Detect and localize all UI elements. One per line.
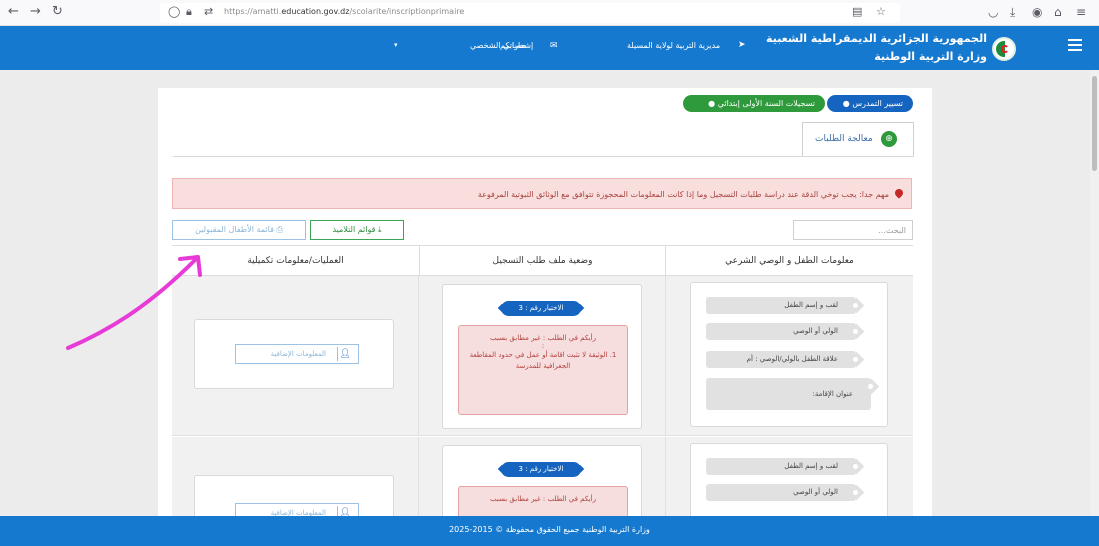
- column-header-child-info: معلومات الطفل و الوصي الشرعي: [725, 256, 854, 266]
- child-name-field: لقب و إسم الطفل: [706, 297, 858, 314]
- address-field: عنوان الإقامة:: [706, 378, 873, 410]
- status-heading: رأيكم في الطلب : غير مطابق بسبب: [490, 334, 596, 342]
- alert-text: مهم جدا: يجب توخي الدقة عند دراسة طلبات …: [477, 190, 889, 199]
- mismatch-status-box: رأيكم في الطلب : غير مطابق بسبب : 1. الو…: [458, 325, 628, 415]
- column-divider: [418, 276, 419, 435]
- location-icon: ➤: [738, 40, 746, 50]
- forward-arrow-icon[interactable]: →: [30, 4, 41, 19]
- envelope-icon[interactable]: ✉: [550, 41, 558, 51]
- search-input[interactable]: [793, 220, 913, 240]
- back-arrow-icon[interactable]: ←: [8, 4, 19, 19]
- tab-divider: [173, 156, 914, 157]
- status-separator: :: [541, 342, 545, 350]
- annotation-arrow-icon: [66, 255, 202, 350]
- file-status-card: الاختيار رقم : 3 رأيكم في الطلب : غير مط…: [442, 284, 642, 429]
- additional-info-button[interactable]: 👤︎ المعلومات الإضافية: [235, 344, 359, 364]
- address-bar[interactable]: ◯ 🔒︎ ⇄ https://amatti.education.gov.dz/s…: [160, 3, 900, 23]
- ministry-name: وزارة التربية الوطنية: [874, 50, 987, 63]
- hamburger-icon[interactable]: [1068, 39, 1082, 54]
- tab-label: معالجة الطلبات: [815, 134, 873, 144]
- guardian-field: الولي أو الوصي: [706, 484, 858, 501]
- chevron-down-icon[interactable]: ▾: [394, 41, 398, 49]
- reload-icon[interactable]: ↻: [52, 4, 63, 19]
- bookmark-star-icon[interactable]: ☆: [876, 5, 886, 18]
- column-divider: [665, 276, 666, 435]
- downloads-icon[interactable]: ⤓: [1010, 5, 1015, 20]
- account-icon[interactable]: ⌂: [1054, 5, 1062, 19]
- table-header: معلومات الطفل و الوصي الشرعي وضعية ملف ط…: [172, 245, 913, 277]
- url-text: https://amatti.education.gov.dz/scolarit…: [224, 7, 465, 16]
- breadcrumb-item-schooling[interactable]: تسيير التمدرس ●: [827, 95, 913, 112]
- scrollbar-thumb[interactable]: [1092, 76, 1097, 171]
- accepted-children-list-button[interactable]: ⎙ قائمة الأطفال المقبولين: [172, 220, 306, 240]
- relationship-field: علاقة الطفل بالولي/الوصي : أم: [706, 351, 858, 368]
- table-row: لقب و إسم الطفل الولي أو الوصي الاختيار …: [172, 437, 913, 536]
- child-name-field: لقب و إسم الطفل: [706, 458, 858, 475]
- child-info-card: لقب و إسم الطفل الولي أو الوصي علاقة الط…: [690, 282, 888, 427]
- choice-number-badge: الاختيار رقم : 3: [501, 462, 581, 477]
- browser-toolbar: ← → ↻ ◯ 🔒︎ ⇄ https://amatti.education.go…: [0, 0, 1099, 26]
- directorate-label: مديرية التربية لولاية المسيلة: [627, 41, 721, 50]
- guardian-field: الولي أو الوصي: [706, 323, 858, 340]
- add-user-icon: 👤︎: [339, 349, 351, 359]
- print-icon: ⎙: [276, 225, 283, 234]
- tab-processing-requests[interactable]: ⊕ معالجة الطلبات: [802, 122, 914, 157]
- column-divider: [418, 437, 419, 516]
- reader-view-icon[interactable]: ▤: [852, 5, 862, 18]
- country-name: الجمهورية الجزائرية الديمقراطية الشعبية: [766, 32, 987, 45]
- breadcrumb-item-first-year[interactable]: تسجيلات السنة الأولى إبتدائي ●: [683, 95, 825, 112]
- table-row: لقب و إسم الطفل الولي أو الوصي علاقة الط…: [172, 276, 913, 436]
- status-heading: رأيكم في الطلب : غير مطابق بسبب: [490, 495, 596, 503]
- footer: وزارة التربية الوطنية جميع الحقوق محفوظة…: [0, 516, 1099, 546]
- lock-icon[interactable]: 🔒︎: [186, 5, 192, 19]
- download-icon: ⤓: [378, 225, 382, 234]
- choice-number-badge: الاختيار رقم : 3: [501, 301, 581, 316]
- mismatch-reason: 1. الوثيقة لا تثبت اقامة أو عمل في حدود …: [469, 351, 617, 370]
- operations-card: 👤︎ المعلومات الإضافية: [194, 319, 394, 389]
- page-scrollbar[interactable]: [1090, 70, 1099, 546]
- map-pin-icon: [893, 187, 905, 199]
- pocket-icon[interactable]: ◡: [988, 5, 998, 19]
- column-header-file-status: وضعية ملف طلب التسجيل: [419, 246, 666, 277]
- permissions-icon[interactable]: ⇄: [204, 5, 213, 18]
- footer-text: وزارة التربية الوطنية جميع الحقوق محفوظة…: [449, 525, 650, 534]
- warning-alert: مهم جدا: يجب توخي الدقة عند دراسة طلبات …: [172, 178, 912, 209]
- app-header: الجمهورية الجزائرية الديمقراطية الشعبية …: [0, 26, 1099, 70]
- column-divider: [665, 437, 666, 516]
- pin-icon: ⊕: [881, 131, 897, 147]
- shield-icon[interactable]: ◯: [168, 5, 180, 18]
- account-menu-link[interactable]: حسابي الشخصي: [470, 41, 527, 50]
- app-menu-icon[interactable]: ≡: [1076, 5, 1086, 19]
- student-lists-button[interactable]: ⤓ قوائم التلاميذ: [310, 220, 404, 240]
- algeria-emblem-icon: [992, 37, 1016, 61]
- extensions-icon[interactable]: ◉: [1032, 5, 1042, 19]
